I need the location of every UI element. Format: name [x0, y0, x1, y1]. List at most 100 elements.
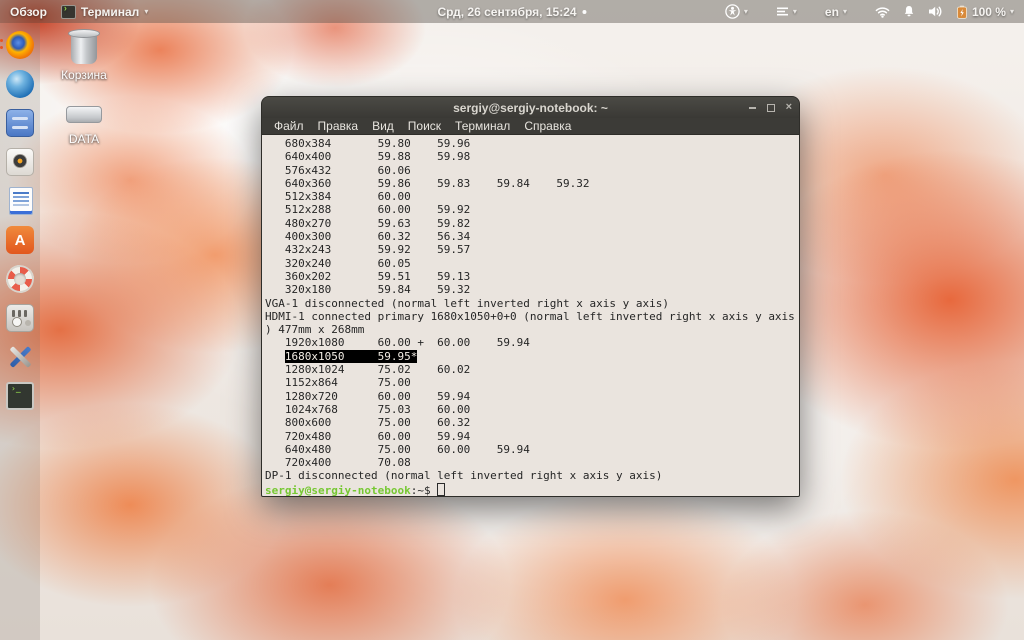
running-indicator-dot — [0, 39, 3, 42]
terminal-line: 320x180 59.84 59.32 — [265, 283, 471, 297]
dock-item-ubuntu-software[interactable] — [4, 225, 36, 255]
desktop-icons: Корзина DATA — [52, 28, 116, 160]
maximize-button[interactable] — [766, 103, 775, 112]
indicator-menu-button[interactable]: ▾ — [776, 6, 797, 17]
terminal-line: sergiy@sergiy-notebook:~$ — [265, 482, 799, 497]
dock-item-rhythmbox[interactable] — [4, 147, 36, 177]
keyboard-layout-button[interactable]: en ▾ — [825, 5, 847, 19]
clock-button[interactable]: Срд, 26 сентября, 15:24 — [437, 0, 587, 23]
terminal-titlebar[interactable]: sergiy@sergiy-notebook: ~ × — [262, 97, 799, 118]
firefox-icon — [6, 31, 34, 59]
software-center-icon — [6, 226, 34, 254]
menubar-item-0[interactable]: Файл — [267, 119, 311, 133]
battery-percent-label: 100 % — [971, 4, 1006, 19]
terminal-line: 360x202 59.51 59.13 — [265, 269, 471, 283]
keyboard-layout-label: en — [824, 4, 839, 19]
dock-item-libreoffice-writer[interactable] — [4, 186, 36, 216]
chevron-down-icon: ▾ — [144, 7, 149, 16]
terminal-line: 400x300 60.32 56.34 — [265, 230, 471, 244]
terminal-line: 800x600 75.00 60.32 — [265, 416, 471, 430]
dock-item-terminal[interactable] — [4, 381, 36, 411]
terminal-line: VGA-1 disconnected (normal left inverted… — [265, 296, 669, 310]
close-button[interactable]: × — [786, 102, 792, 113]
terminal-line: 320x240 60.05 — [265, 256, 411, 270]
clock-label: Срд, 26 сентября, 15:24 — [437, 4, 577, 19]
chevron-down-icon: ▾ — [792, 7, 797, 16]
terminal-line: 512x384 60.00 — [265, 190, 411, 204]
desktop-icon-data-drive[interactable]: DATA — [52, 96, 116, 146]
terminal-line: 680x384 59.80 59.96 — [265, 137, 471, 150]
terminal-cursor — [437, 482, 446, 496]
terminal-line: 1280x1024 75.02 60.02 — [265, 363, 471, 377]
terminal-line: 720x480 60.00 59.94 — [265, 429, 471, 443]
dock — [0, 23, 40, 640]
terminal-line: DP-1 disconnected (normal left inverted … — [265, 469, 663, 483]
terminal-menubar: Файл Правка Вид Поиск Терминал Справка — [262, 118, 799, 135]
terminal-line: HDMI-1 connected primary 1680x1050+0+0 (… — [265, 309, 795, 323]
app-menu-button[interactable]: Терминал ▾ — [60, 3, 149, 19]
tweaks-icon — [6, 304, 34, 332]
terminal-text-green: sergiy@sergiy-notebook — [265, 483, 411, 497]
desktop-icon-label: DATA — [68, 132, 100, 146]
drive-icon — [66, 106, 102, 123]
dock-item-tools[interactable] — [4, 342, 36, 372]
terminal-line: 640x480 75.00 60.00 59.94 — [265, 442, 530, 456]
desktop-icon-trash[interactable]: Корзина — [52, 28, 116, 82]
terminal-line: 1280x720 60.00 59.94 — [265, 389, 471, 403]
top-bar: Обзор Терминал ▾ Срд, 26 сентября, 15:24… — [0, 0, 1024, 23]
notification-dot-icon — [582, 9, 587, 14]
help-icon — [6, 265, 34, 293]
terminal-line: 1024x768 75.03 60.00 — [265, 402, 471, 416]
terminal-app-icon — [60, 3, 76, 19]
terminal-line: 640x400 59.88 59.98 — [265, 150, 471, 164]
activities-button[interactable]: Обзор — [10, 5, 47, 19]
dock-item-firefox[interactable] — [0, 30, 36, 60]
terminal-icon — [6, 382, 34, 410]
menubar-item-4[interactable]: Терминал — [448, 119, 517, 133]
terminal-line: 512x288 60.00 59.92 — [265, 203, 471, 217]
screen: Обзор Терминал ▾ Срд, 26 сентября, 15:24… — [0, 0, 1024, 640]
chevron-down-icon: ▾ — [1009, 7, 1014, 16]
dock-item-help[interactable] — [4, 264, 36, 294]
window-title: sergiy@sergiy-notebook: ~ — [453, 100, 608, 115]
volume-icon — [928, 6, 942, 17]
bell-icon — [904, 6, 914, 17]
app-menu-label: Терминал — [80, 4, 140, 19]
accessibility-menu-button[interactable]: ▾ — [725, 4, 748, 19]
trash-icon — [68, 29, 100, 64]
menubar-item-1[interactable]: Правка — [311, 119, 366, 133]
terminal-line: 720x400 70.08 — [265, 456, 411, 470]
accessibility-icon — [725, 4, 740, 19]
terminal-line: 1152x864 75.00 — [265, 376, 411, 390]
files-icon — [6, 109, 34, 137]
chevron-down-icon: ▾ — [842, 7, 847, 16]
menubar-item-3[interactable]: Поиск — [401, 119, 448, 133]
menubar-item-2[interactable]: Вид — [365, 119, 401, 133]
writer-icon — [9, 187, 33, 215]
minimize-button[interactable] — [748, 106, 756, 109]
terminal-line: 640x360 59.86 59.83 59.84 59.32 — [265, 176, 590, 190]
desktop-icon-label: Корзина — [61, 68, 107, 82]
terminal-window: sergiy@sergiy-notebook: ~ × Файл Правка Ви… — [261, 96, 800, 497]
terminal-line: 432x243 59.92 59.57 — [265, 243, 471, 257]
terminal-line: 576x432 60.06 — [265, 163, 411, 177]
terminal-text-sel: 1680x1050 59.95* — [284, 349, 418, 363]
dock-item-thunderbird[interactable] — [4, 69, 36, 99]
tools-icon — [6, 343, 34, 371]
list-indicator-icon — [776, 7, 788, 16]
dock-item-files[interactable] — [4, 108, 36, 138]
dock-item-tweaks[interactable] — [4, 303, 36, 333]
battery-charging-icon — [956, 5, 967, 19]
rhythmbox-icon — [6, 148, 34, 176]
terminal-line: ) 477mm x 268mm — [265, 323, 365, 337]
chevron-down-icon: ▾ — [743, 7, 748, 16]
thunderbird-icon — [6, 70, 34, 98]
system-menu-button[interactable]: 100 % ▾ — [875, 5, 1014, 19]
terminal-line: 1680x1050 59.95* — [265, 349, 799, 363]
menubar-item-5[interactable]: Справка — [517, 119, 578, 133]
wifi-icon — [875, 6, 890, 18]
terminal-line: 1920x1080 60.00 + 60.00 59.94 — [265, 336, 530, 350]
terminal-output[interactable]: 680x384 59.80 59.96 640x400 59.88 59.98 … — [262, 135, 799, 496]
terminal-line: 480x270 59.63 59.82 — [265, 216, 471, 230]
window-controls: × — [748, 97, 792, 118]
